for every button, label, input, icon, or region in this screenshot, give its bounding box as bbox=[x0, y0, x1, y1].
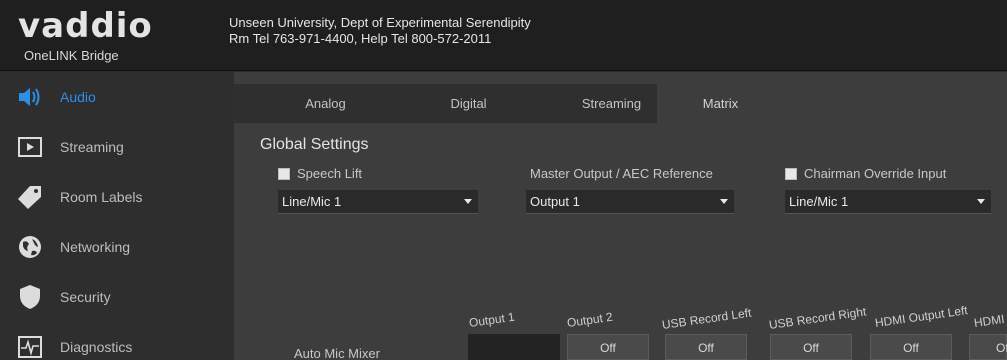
sidebar-item-label: Room Labels bbox=[60, 189, 143, 205]
tab-digital[interactable]: Digital bbox=[401, 84, 536, 123]
matrix-col-output-2: Output 2 bbox=[566, 309, 614, 330]
master-output-label: Master Output / AEC Reference bbox=[530, 166, 713, 181]
sidebar-item-audio[interactable]: Audio bbox=[0, 72, 234, 122]
chairman-override-select-value: Line/Mic 1 bbox=[789, 194, 849, 209]
chairman-override-label: Chairman Override Input bbox=[804, 166, 947, 181]
sidebar-item-label: Diagnostics bbox=[60, 339, 133, 355]
matrix-col-usb-record-right: USB Record Right bbox=[768, 304, 868, 332]
speech-lift-select[interactable]: Line/Mic 1 bbox=[278, 190, 478, 214]
org-phone: Rm Tel 763-971-4400, Help Tel 800-572-20… bbox=[229, 31, 492, 46]
globe-icon bbox=[0, 222, 60, 272]
matrix-cell-usb-record-left[interactable]: Off bbox=[665, 334, 747, 360]
speaker-icon bbox=[0, 72, 60, 122]
matrix-col-hdmi-output-left: HDMI Output Left bbox=[874, 303, 969, 330]
vaddio-logo[interactable]: vaddio bbox=[18, 6, 153, 46]
chevron-down-icon bbox=[720, 199, 728, 204]
speech-lift-label: Speech Lift bbox=[297, 166, 363, 181]
speech-lift-checkbox[interactable] bbox=[278, 167, 290, 180]
matrix-cell-usb-record-right[interactable]: Off bbox=[770, 334, 852, 360]
audio-tabs: Analog Digital Streaming Matrix bbox=[234, 84, 1007, 123]
chairman-override-checkbox-row[interactable]: Chairman Override Input bbox=[785, 166, 946, 181]
sidebar-item-streaming[interactable]: Streaming bbox=[0, 122, 234, 172]
shield-icon bbox=[0, 272, 60, 322]
tab-bar-filler bbox=[784, 84, 1007, 123]
sidebar: Audio Streaming Room Labels Networking S… bbox=[0, 72, 234, 360]
matrix-row-label: Auto Mic Mixer bbox=[294, 346, 380, 360]
matrix-col-hdmi: HDMI bbox=[973, 311, 1006, 330]
pulse-icon bbox=[0, 322, 60, 360]
org-name: Unseen University, Dept of Experimental … bbox=[229, 15, 531, 30]
chevron-down-icon bbox=[464, 199, 472, 204]
matrix-cell-empty bbox=[468, 334, 560, 360]
master-output-select-value: Output 1 bbox=[530, 194, 580, 209]
tag-icon bbox=[0, 172, 60, 222]
sidebar-item-label: Security bbox=[60, 289, 111, 305]
product-name: OneLINK Bridge bbox=[24, 48, 119, 63]
matrix-cell-hdmi-output-left[interactable]: Off bbox=[870, 334, 952, 360]
chevron-down-icon bbox=[977, 199, 985, 204]
sidebar-item-label: Streaming bbox=[60, 139, 124, 155]
speech-lift-select-value: Line/Mic 1 bbox=[282, 194, 342, 209]
matrix-cell-hdmi[interactable]: Off bbox=[969, 334, 1007, 360]
sidebar-item-security[interactable]: Security bbox=[0, 272, 234, 322]
sidebar-item-networking[interactable]: Networking bbox=[0, 222, 234, 272]
chairman-override-checkbox[interactable] bbox=[785, 167, 797, 180]
chairman-override-select[interactable]: Line/Mic 1 bbox=[785, 190, 991, 214]
tab-analog[interactable]: Analog bbox=[258, 84, 393, 123]
sidebar-item-label: Audio bbox=[60, 89, 96, 105]
matrix-col-output-1: Output 1 bbox=[468, 309, 516, 330]
play-icon bbox=[0, 122, 60, 172]
global-settings-title: Global Settings bbox=[260, 136, 369, 153]
main-panel: Analog Digital Streaming Matrix Global S… bbox=[234, 72, 1007, 360]
master-output-select[interactable]: Output 1 bbox=[526, 190, 734, 214]
app-header: vaddio OneLINK Bridge Unseen University,… bbox=[0, 0, 1007, 71]
sidebar-item-diagnostics[interactable]: Diagnostics bbox=[0, 322, 234, 360]
matrix-col-usb-record-left: USB Record Left bbox=[661, 305, 753, 332]
sidebar-item-label: Networking bbox=[60, 239, 131, 255]
matrix-cell-output-2[interactable]: Off bbox=[567, 334, 649, 360]
tab-matrix[interactable]: Matrix bbox=[657, 84, 784, 123]
org-info: Unseen University, Dept of Experimental … bbox=[229, 15, 531, 47]
sidebar-item-room-labels[interactable]: Room Labels bbox=[0, 172, 234, 222]
speech-lift-checkbox-row[interactable]: Speech Lift bbox=[278, 166, 362, 181]
